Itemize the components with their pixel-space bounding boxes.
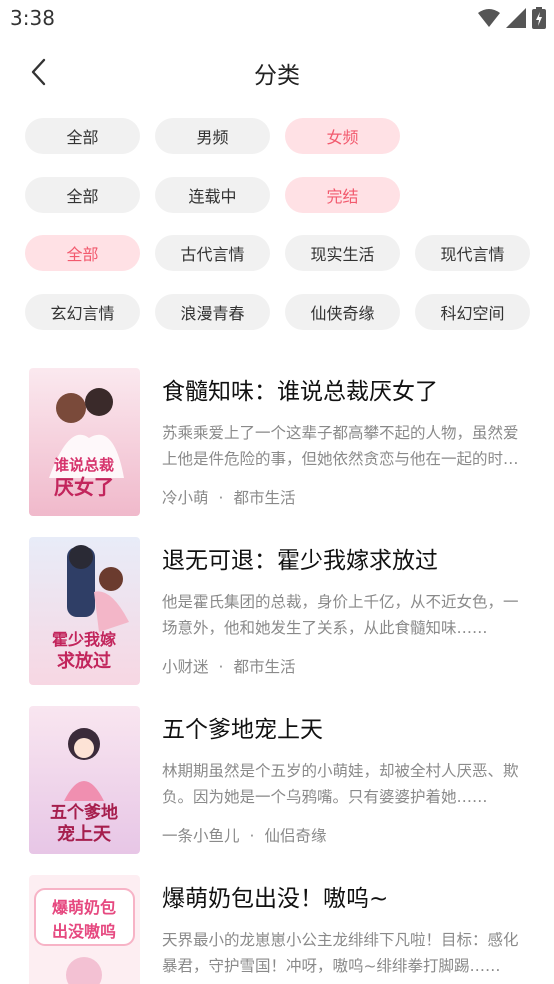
book-title: 食髓知味：谁说总裁厌女了 bbox=[162, 379, 438, 405]
book-title: 五个爹地宠上天 bbox=[162, 717, 323, 743]
book-item[interactable]: 霍少我嫁 求放过 退无可退：霍少我嫁求放过 他是霍氏集团的总裁，身价上千亿，从不… bbox=[29, 537, 529, 687]
book-author: 小财迷 bbox=[162, 658, 209, 676]
book-description: 他是霍氏集团的总裁，身价上千亿，从不近女色，一场意外，他和她发生了关系，从此食髓… bbox=[162, 593, 519, 637]
book-title: 退无可退：霍少我嫁求放过 bbox=[162, 548, 438, 574]
book-item[interactable]: 谁说总裁 厌女了 食髓知味：谁说总裁厌女了 苏乘乘爱上了一个这辈子都高攀不起的人… bbox=[29, 368, 529, 518]
book-description: 林期期虽然是个五岁的小萌娃，却被全村人厌恶、欺负。因为她是一个乌鸦嘴。只有婆婆护… bbox=[162, 762, 519, 806]
filter-genre-youth-romance[interactable]: 浪漫青春 bbox=[155, 294, 270, 330]
book-cover: 谁说总裁 厌女了 bbox=[29, 368, 140, 516]
filter-genre-real-life[interactable]: 现实生活 bbox=[285, 235, 400, 271]
svg-text:求放过: 求放过 bbox=[57, 650, 111, 672]
book-meta: 冷小萌 · 都市生活 bbox=[162, 489, 296, 507]
status-icons bbox=[478, 7, 546, 29]
svg-text:谁说总裁: 谁说总裁 bbox=[54, 456, 114, 474]
filter-genre-scifi[interactable]: 科幻空间 bbox=[415, 294, 530, 330]
page-title: 分类 bbox=[254, 63, 300, 89]
book-meta: 小财迷 · 都市生活 bbox=[162, 658, 296, 676]
filter-genre-all[interactable]: 全部 bbox=[25, 235, 140, 271]
svg-text:出没嗷呜: 出没嗷呜 bbox=[52, 922, 116, 941]
filter-status-all[interactable]: 全部 bbox=[25, 177, 140, 213]
filter-status-serializing[interactable]: 连载中 bbox=[155, 177, 270, 213]
book-category: 都市生活 bbox=[233, 489, 296, 507]
svg-text:霍少我嫁: 霍少我嫁 bbox=[52, 630, 116, 649]
book-author: 冷小萌 bbox=[162, 489, 209, 507]
svg-text:宠上天: 宠上天 bbox=[57, 823, 112, 845]
filter-gender-female[interactable]: 女频 bbox=[285, 118, 400, 154]
book-description: 苏乘乘爱上了一个这辈子都高攀不起的人物，虽然爱上他是件危险的事，但她依然贪恋与他… bbox=[162, 424, 519, 468]
book-item[interactable]: 爆萌奶包 出没嗷呜 爆萌奶包出没！嗷呜~ 天界最小的龙崽崽小公主龙绯绯下凡啦！目… bbox=[29, 875, 529, 984]
filter-genre-fantasy-romance[interactable]: 玄幻言情 bbox=[25, 294, 140, 330]
battery-icon bbox=[532, 7, 546, 29]
filter-gender-all[interactable]: 全部 bbox=[25, 118, 140, 154]
svg-text:厌女了: 厌女了 bbox=[54, 475, 114, 499]
status-bar: 3:38 bbox=[0, 0, 554, 38]
book-description: 天界最小的龙崽崽小公主龙绯绯下凡啦！目标：感化暴君，守护雪国！冲呀，嗷呜~绯绯拳… bbox=[162, 931, 519, 975]
filter-genre-ancient-romance[interactable]: 古代言情 bbox=[155, 235, 270, 271]
svg-text:爆萌奶包: 爆萌奶包 bbox=[52, 898, 116, 917]
wifi-icon bbox=[478, 9, 500, 27]
genre-filter-row-2: 玄幻言情 浪漫青春 仙侠奇缘 科幻空间 bbox=[25, 294, 530, 330]
book-cover: 霍少我嫁 求放过 bbox=[29, 537, 140, 685]
header: 分类 bbox=[0, 44, 554, 100]
filter-genre-modern-romance[interactable]: 现代言情 bbox=[415, 235, 530, 271]
filter-gender-male[interactable]: 男频 bbox=[155, 118, 270, 154]
book-item[interactable]: 五个爹地 宠上天 五个爹地宠上天 林期期虽然是个五岁的小萌娃，却被全村人厌恶、欺… bbox=[29, 706, 529, 856]
filter-genre-xianxia[interactable]: 仙侠奇缘 bbox=[285, 294, 400, 330]
svg-text:五个爹地: 五个爹地 bbox=[50, 802, 118, 823]
book-title: 爆萌奶包出没！嗷呜~ bbox=[162, 886, 389, 912]
book-category: 都市生活 bbox=[233, 658, 296, 676]
gender-filter-row: 全部 男频 女频 bbox=[25, 118, 400, 154]
status-filter-row: 全部 连载中 完结 bbox=[25, 177, 400, 213]
book-author: 一条小鱼儿 bbox=[162, 827, 240, 845]
book-cover: 五个爹地 宠上天 bbox=[29, 706, 140, 854]
book-cover: 爆萌奶包 出没嗷呜 bbox=[29, 875, 140, 984]
book-meta: 一条小鱼儿 · 仙侣奇缘 bbox=[162, 827, 327, 845]
status-time: 3:38 bbox=[10, 6, 55, 30]
genre-filter-row-1: 全部 古代言情 现实生活 现代言情 bbox=[25, 235, 530, 271]
signal-icon bbox=[506, 8, 526, 28]
filter-status-completed[interactable]: 完结 bbox=[285, 177, 400, 213]
book-category: 仙侣奇缘 bbox=[264, 827, 327, 845]
